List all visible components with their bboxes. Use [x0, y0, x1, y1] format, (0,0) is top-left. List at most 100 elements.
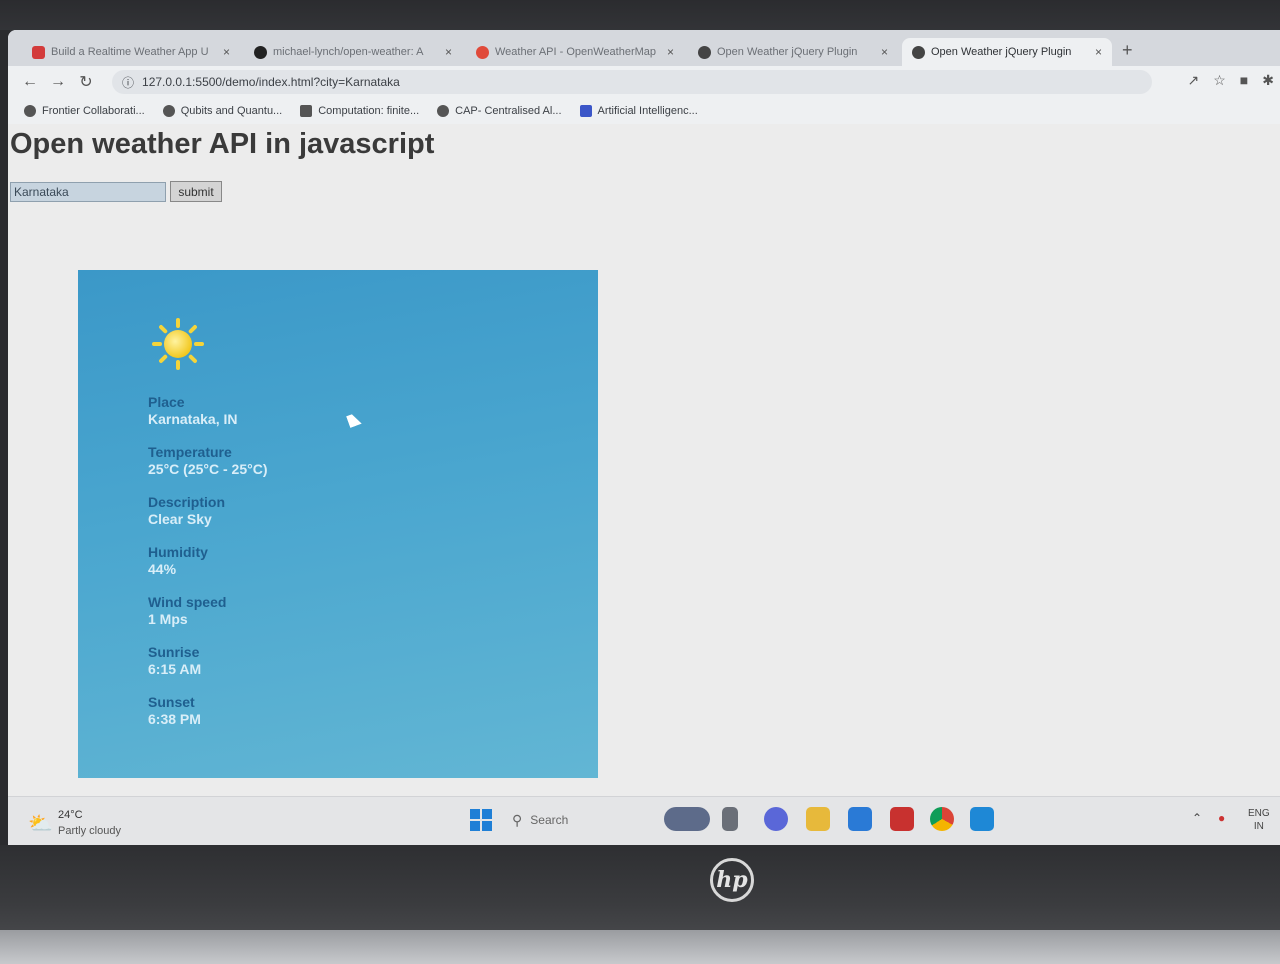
bookmarks-bar: Frontier Collaborati... Qubits and Quant…: [8, 98, 1280, 124]
taskbar-weather-temp[interactable]: 24°C: [58, 809, 83, 821]
globe-icon: [162, 105, 175, 117]
close-icon[interactable]: ×: [445, 45, 452, 59]
tab-title: michael-lynch/open-weather: A: [273, 46, 424, 58]
store-icon[interactable]: [848, 807, 872, 831]
field-label: Temperature: [148, 444, 232, 460]
bookmark-item[interactable]: Frontier Collaborati...: [24, 105, 145, 117]
field-value: 1 Mps: [148, 611, 188, 627]
weather-field-sunset: Sunset 6:38 PM: [148, 694, 201, 728]
tab-title: Build a Realtime Weather App U: [51, 46, 209, 58]
search-placeholder: Search: [530, 813, 569, 827]
submit-button[interactable]: submit: [170, 181, 222, 202]
field-label: Place: [148, 394, 185, 410]
document-icon: [579, 105, 592, 117]
bookmark-item[interactable]: CAP- Centralised Al...: [437, 105, 562, 117]
eye-widget-icon[interactable]: [664, 807, 710, 831]
partly-cloudy-icon[interactable]: ⛅: [28, 811, 53, 836]
bookmark-label: CAP- Centralised Al...: [455, 105, 562, 117]
windows-taskbar: ⛅ 24°C Partly cloudy ⚲ Search ⌃ ● ENG IN: [8, 796, 1280, 848]
bookmark-item[interactable]: Computation: finite...: [300, 105, 419, 117]
close-icon[interactable]: ×: [223, 45, 230, 59]
url-text: 127.0.0.1:5500/demo/index.html?city=Karn…: [142, 75, 400, 89]
chat-icon[interactable]: [764, 807, 788, 831]
field-value: Karnataka, IN: [148, 411, 238, 427]
back-icon[interactable]: ←: [16, 73, 44, 91]
forward-icon[interactable]: →: [44, 73, 72, 91]
bookmark-item[interactable]: Qubits and Quantu...: [162, 105, 283, 117]
field-value: Clear Sky: [148, 511, 212, 527]
laptop-base: [0, 930, 1280, 964]
globe-icon: [698, 45, 711, 59]
page-title: Open weather API in javascript: [10, 128, 435, 160]
field-label: Wind speed: [148, 594, 227, 610]
youtube-icon: [32, 45, 45, 59]
bookmark-star-icon[interactable]: ☆: [1213, 72, 1226, 89]
file-explorer-icon[interactable]: [806, 807, 830, 831]
bookmark-label: Artificial Intelligenc...: [597, 105, 698, 117]
info-icon[interactable]: ⓘ: [122, 74, 134, 91]
github-icon: [254, 45, 267, 59]
bookmark-label: Computation: finite...: [318, 105, 420, 117]
field-label: Humidity: [148, 544, 208, 560]
globe-icon: [912, 45, 925, 59]
field-value: 6:15 AM: [148, 661, 202, 677]
mouse-cursor-icon: [346, 412, 362, 428]
taskbar-search[interactable]: ⚲ Search: [512, 809, 652, 831]
tab-title: Open Weather jQuery Plugin: [717, 46, 858, 58]
share-icon[interactable]: ↗: [1188, 72, 1200, 89]
close-icon[interactable]: ×: [881, 45, 888, 59]
tab-title: Weather API - OpenWeatherMap: [495, 46, 657, 58]
acrobat-icon[interactable]: [890, 807, 914, 831]
field-label: Sunrise: [148, 644, 200, 660]
reload-icon[interactable]: ↻: [72, 72, 100, 92]
new-tab-button[interactable]: +: [1122, 40, 1133, 61]
region-code: IN: [1253, 821, 1264, 832]
puzzle-icon[interactable]: ✱: [1262, 72, 1274, 89]
city-input[interactable]: [10, 182, 166, 202]
browser-tab-active[interactable]: Open Weather jQuery Plugin ×: [902, 38, 1112, 66]
task-view-icon[interactable]: [722, 807, 738, 831]
bookmark-label: Qubits and Quantu...: [180, 105, 283, 117]
weather-field-sunrise: Sunrise 6:15 AM: [148, 644, 201, 678]
taskbar-weather-desc[interactable]: Partly cloudy: [58, 825, 121, 837]
close-icon[interactable]: ×: [667, 45, 674, 59]
field-label: Description: [148, 494, 226, 510]
weather-field-description: Description Clear Sky: [148, 494, 225, 528]
tray-chevron-icon[interactable]: ⌃: [1192, 811, 1202, 825]
globe-icon: [24, 105, 36, 117]
laptop-screen: Build a Realtime Weather App U × michael…: [8, 30, 1280, 848]
field-value: 25°C (25°C - 25°C): [148, 461, 268, 477]
browser-tab[interactable]: michael-lynch/open-weather: A ×: [244, 38, 462, 66]
browser-tab[interactable]: Open Weather jQuery Plugin ×: [688, 38, 898, 66]
sun-icon: [152, 318, 204, 370]
close-icon[interactable]: ×: [1095, 45, 1102, 59]
field-label: Sunset: [148, 694, 195, 710]
weather-field-wind-speed: Wind speed 1 Mps: [148, 594, 226, 628]
extension-icon[interactable]: ■: [1240, 72, 1248, 89]
bookmark-item[interactable]: Artificial Intelligenc...: [579, 105, 698, 117]
search-icon: ⚲: [512, 811, 523, 828]
toolbar-actions: ↗ ☆ ■ ✱: [1188, 72, 1275, 89]
tab-title: Open Weather jQuery Plugin: [931, 46, 1072, 58]
browser-tabstrip: Build a Realtime Weather App U × michael…: [8, 30, 1280, 66]
browser-tab[interactable]: Weather API - OpenWeatherMap ×: [466, 38, 684, 66]
field-value: 44%: [148, 561, 177, 577]
chrome-icon[interactable]: [930, 807, 954, 831]
web-page: Open weather API in javascript submit Pl…: [8, 124, 1280, 796]
globe-icon: [437, 105, 450, 117]
lang-code: ENG: [1248, 808, 1270, 819]
field-value: 6:38 PM: [148, 711, 201, 727]
openweather-icon: [476, 45, 489, 59]
bookmark-label: Frontier Collaborati...: [42, 105, 145, 117]
weather-field-place: Place Karnataka, IN: [148, 394, 237, 428]
journal-icon: [300, 105, 313, 117]
weather-field-temperature: Temperature 25°C (25°C - 25°C): [148, 444, 268, 478]
browser-tab[interactable]: Build a Realtime Weather App U ×: [22, 38, 240, 66]
address-bar[interactable]: ⓘ 127.0.0.1:5500/demo/index.html?city=Ka…: [112, 70, 1152, 94]
windows-start-icon[interactable]: [470, 809, 492, 831]
browser-toolbar: ← → ↻ ⓘ 127.0.0.1:5500/demo/index.html?c…: [8, 66, 1280, 98]
vscode-icon[interactable]: [970, 807, 994, 831]
weather-field-humidity: Humidity 44%: [148, 544, 208, 578]
network-icon[interactable]: ●: [1218, 811, 1225, 825]
language-indicator[interactable]: ENG IN: [1248, 807, 1270, 833]
